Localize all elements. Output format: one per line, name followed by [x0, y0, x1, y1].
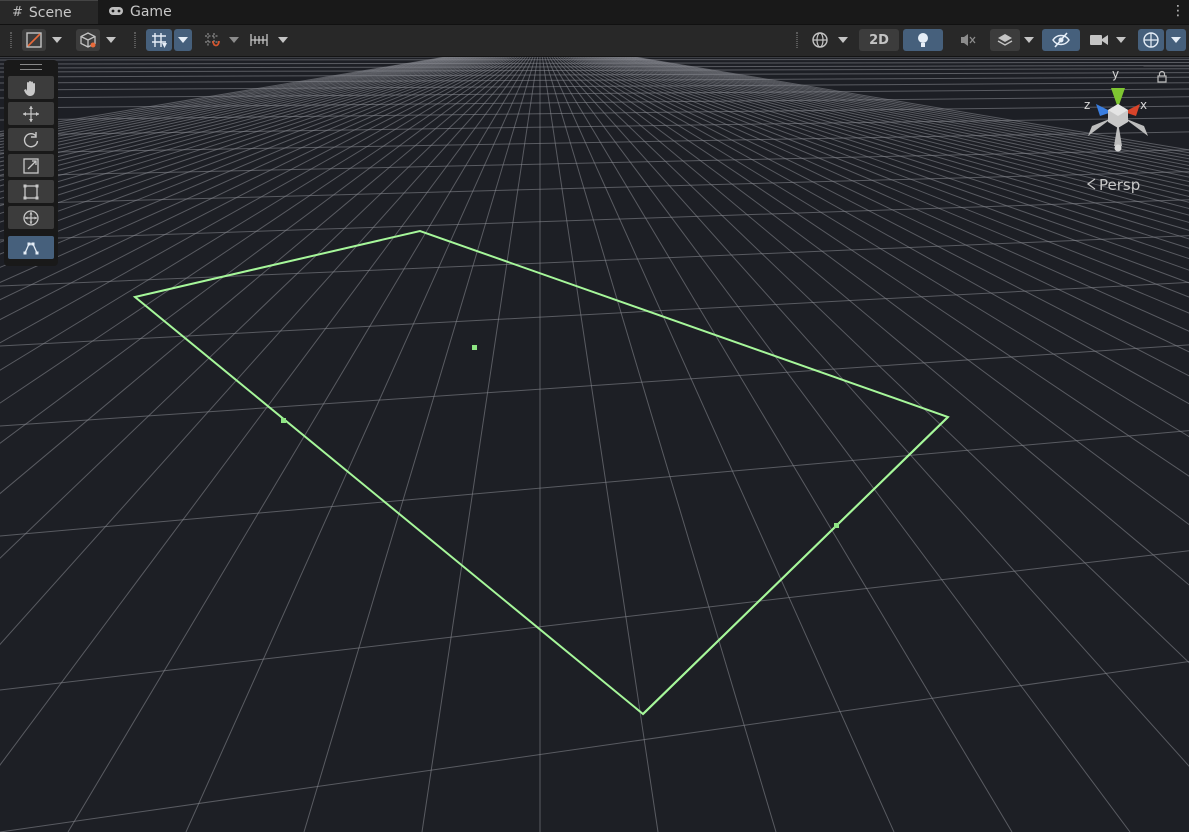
- chevron-down-icon: [1116, 37, 1126, 43]
- tab-game[interactable]: Game: [108, 0, 198, 24]
- scale-icon: [23, 157, 39, 174]
- rect-tool[interactable]: [8, 180, 54, 203]
- chevron-left-icon: [1086, 176, 1096, 194]
- hidden-eye-icon: [1052, 32, 1070, 48]
- projection-toggle[interactable]: Persp: [1086, 176, 1140, 194]
- tab-game-label: Game: [130, 4, 172, 20]
- gizmo-icon: [1143, 32, 1159, 48]
- chevron-down-icon: [178, 37, 188, 43]
- toolbar-separator: [10, 32, 12, 48]
- gamepad-icon: [108, 5, 124, 20]
- chevron-down-icon: [278, 37, 288, 43]
- custom-editor-tool[interactable]: [8, 236, 54, 259]
- gizmos-toggle[interactable]: [1138, 29, 1164, 51]
- ruler-icon: [250, 34, 268, 46]
- scene-lighting-toggle[interactable]: [903, 29, 943, 51]
- gizmo-z-label: z: [1084, 98, 1090, 112]
- chevron-down-icon: [838, 37, 848, 43]
- rotate-tool[interactable]: [8, 128, 54, 151]
- hand-icon: [24, 80, 35, 96]
- transform-tool[interactable]: [8, 206, 54, 229]
- cube-icon: [80, 32, 96, 48]
- lightbulb-icon: [918, 33, 928, 47]
- scene-grid: [0, 57, 1189, 832]
- gizmo-x-label: x: [1140, 98, 1147, 112]
- chevron-down-icon: [52, 37, 62, 43]
- layers-icon: [997, 34, 1013, 46]
- ruler-button[interactable]: [246, 29, 272, 51]
- increment-snap-dropdown[interactable]: [225, 29, 243, 51]
- path-edit-icon: [23, 242, 39, 254]
- hash-icon: #: [12, 5, 23, 20]
- object-mode-dropdown[interactable]: [102, 29, 120, 51]
- draw-mode-button[interactable]: [22, 29, 46, 51]
- ruler-dropdown[interactable]: [274, 29, 292, 51]
- projection-label: Persp: [1099, 176, 1141, 194]
- camera-dropdown[interactable]: [1112, 29, 1130, 51]
- audio-toggle[interactable]: [950, 29, 986, 51]
- edge-handle-top[interactable]: [472, 345, 477, 350]
- scene-viewport[interactable]: [0, 57, 1189, 832]
- tab-scene-label: Scene: [28, 4, 72, 21]
- gizmos-dropdown[interactable]: [1166, 29, 1186, 51]
- move-icon: [23, 105, 39, 122]
- transform-icon: [23, 209, 39, 226]
- grid-snap-toggle[interactable]: [146, 29, 172, 51]
- chevron-down-icon: [1171, 37, 1181, 43]
- gizmo-y-label: y: [1112, 67, 1119, 81]
- camera-button[interactable]: [1086, 29, 1112, 51]
- effects-button[interactable]: [990, 29, 1020, 51]
- edge-handle-right[interactable]: [834, 523, 839, 528]
- scene-visibility-toggle[interactable]: [1042, 29, 1080, 51]
- increment-snap-button[interactable]: [200, 29, 224, 51]
- camera-icon: [1090, 35, 1108, 45]
- orientation-gizmo[interactable]: y x z: [1078, 66, 1168, 156]
- edge-handle-left[interactable]: [281, 418, 286, 423]
- move-tool[interactable]: [8, 102, 54, 125]
- toolbar-separator: [134, 32, 136, 48]
- chevron-down-icon: [106, 37, 116, 43]
- scale-tool[interactable]: [8, 154, 54, 177]
- increment-snap-icon: [205, 33, 220, 47]
- object-mode-button[interactable]: [76, 29, 100, 51]
- globe-icon: [812, 32, 828, 48]
- hand-tool[interactable]: [8, 76, 54, 99]
- scene-toolbar: 2D: [0, 25, 1189, 57]
- render-mode-dropdown[interactable]: [834, 29, 852, 51]
- rotate-icon: [23, 131, 39, 147]
- lock-icon[interactable]: [1157, 70, 1167, 83]
- overlay-drag-handle[interactable]: [20, 64, 42, 70]
- draw-mode-icon: [26, 32, 42, 48]
- toggle-2d-button[interactable]: 2D: [859, 29, 899, 51]
- tools-overlay: [4, 60, 58, 266]
- tab-scene[interactable]: # Scene: [0, 0, 98, 24]
- mute-speaker-icon: [961, 34, 976, 46]
- render-mode-button[interactable]: [808, 29, 832, 51]
- grid-snap-dropdown[interactable]: [174, 29, 192, 51]
- chevron-down-icon: [1024, 37, 1034, 43]
- effects-dropdown[interactable]: [1020, 29, 1038, 51]
- draw-mode-dropdown[interactable]: [48, 29, 66, 51]
- window-tab-bar: # Scene Game ⋮: [0, 0, 1189, 25]
- more-options-icon[interactable]: ⋮: [1171, 3, 1185, 19]
- toolbar-separator: [796, 32, 798, 48]
- toggle-2d-label: 2D: [869, 32, 889, 48]
- chevron-down-icon: [229, 37, 239, 43]
- rect-icon: [23, 184, 39, 199]
- grid-snap-icon: [152, 33, 167, 48]
